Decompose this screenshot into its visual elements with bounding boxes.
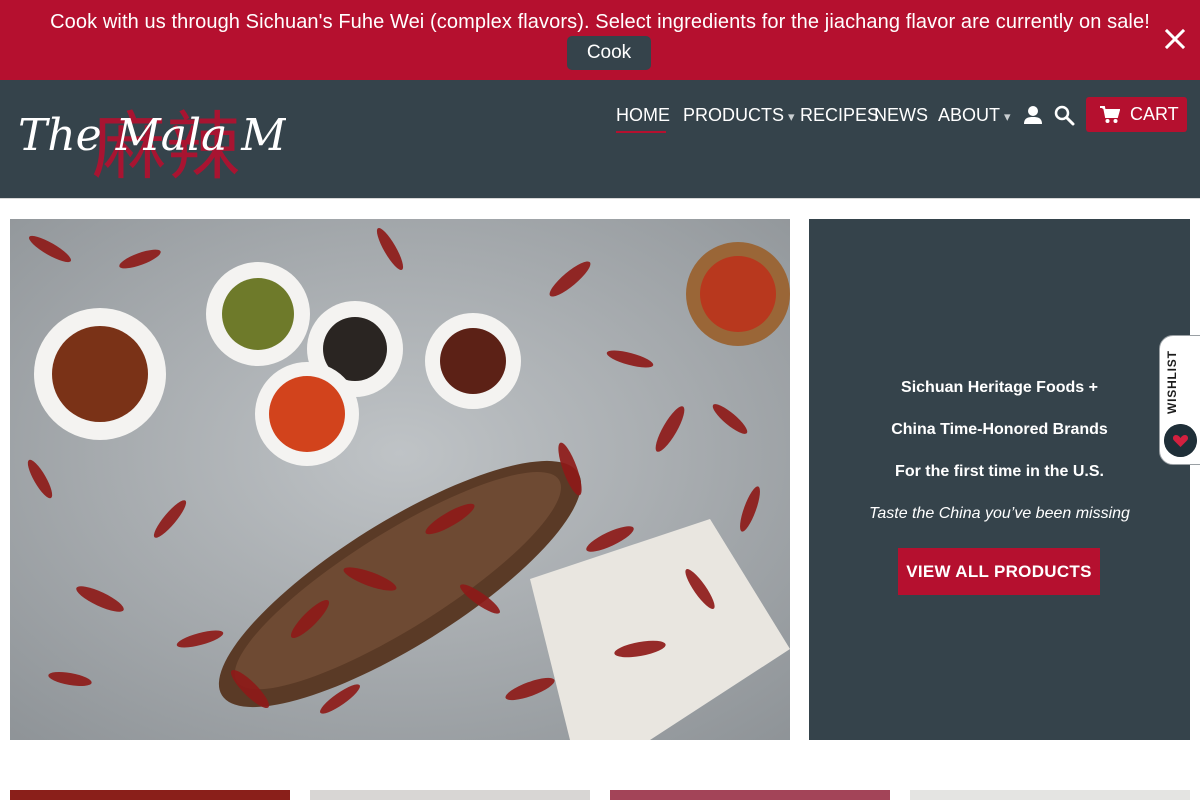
announcement-text: Cook with us through Sichuan's Fuhe Wei … [50,11,1150,33]
user-icon[interactable] [1022,104,1044,126]
logo-text: The Mala Market [18,110,286,161]
product-thumbnail[interactable] [310,790,590,800]
announcement-bar: Cook with us through Sichuan's Fuhe Wei … [0,0,1200,80]
wishlist-label: WISHLIST [1165,350,1179,414]
view-all-products-button[interactable]: VIEW ALL PRODUCTS [898,548,1100,595]
nav-home[interactable]: HOME [616,104,670,126]
header-divider [0,198,1200,199]
nav-recipes[interactable]: RECIPES [800,104,879,126]
cart-icon [1100,106,1120,123]
promo-tagline: Taste the China you’ve been missing [869,505,1130,522]
promo-panel: Sichuan Heritage Foods + China Time-Hono… [809,219,1190,740]
close-icon[interactable] [1162,26,1188,52]
product-thumbnail[interactable] [610,790,890,800]
nav-news[interactable]: NEWS [874,104,928,126]
nav-news-label: NEWS [874,105,928,125]
cart-button[interactable]: CART [1086,97,1187,132]
nav-recipes-label: RECIPES [800,105,880,125]
promo-line-3: For the first time in the U.S. [895,463,1104,480]
cart-label: CART [1130,104,1179,124]
chevron-down-icon: ▾ [1004,109,1011,124]
nav-home-label: HOME [616,105,670,125]
promo-line-2: China Time-Honored Brands [891,421,1108,438]
heart-icon [1164,424,1197,457]
chevron-down-icon: ▾ [788,109,795,124]
product-thumbnail[interactable] [910,790,1190,800]
brand-logo[interactable]: 麻辣 The Mala Market [14,92,286,184]
nav-about[interactable]: ABOUT ▾ [938,104,1011,128]
product-thumbnail[interactable] [10,790,290,800]
nav-products-label: PRODUCTS [683,105,785,125]
hero-image[interactable] [10,219,790,740]
chili-spread-image [10,219,790,740]
nav-products[interactable]: PRODUCTS ▾ [683,104,795,128]
cook-button[interactable]: Cook [567,36,651,70]
nav-active-indicator [616,131,666,133]
promo-line-1: Sichuan Heritage Foods + [901,379,1098,396]
wishlist-tab[interactable]: WISHLIST [1159,335,1200,465]
nav-about-label: ABOUT [938,105,1001,125]
search-icon[interactable] [1053,104,1075,126]
site-header: 麻辣 The Mala Market HOME PRODUCTS▾ RECIPE… [0,80,1200,198]
